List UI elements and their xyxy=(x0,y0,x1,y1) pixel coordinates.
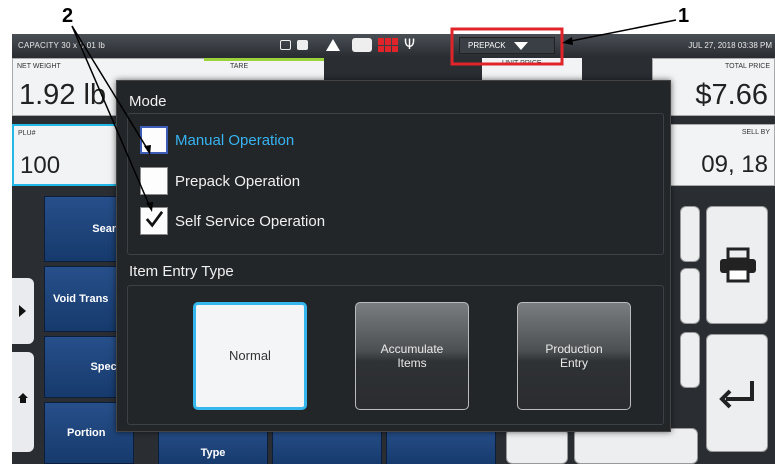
sell-by-value: 09, 18 xyxy=(701,151,768,178)
item-entry-type-group: Normal Accumulate Items Production Entry xyxy=(127,285,664,425)
option-label: Self Service Operation xyxy=(175,212,326,230)
option-prepack-operation[interactable]: Prepack Operation xyxy=(140,167,300,195)
total-price-label: TOTAL PRICE xyxy=(725,63,770,70)
prepack-operation-checkbox[interactable] xyxy=(140,167,168,195)
battery-icon xyxy=(280,40,291,50)
plu-label: PLU# xyxy=(18,130,36,137)
battery-icon xyxy=(297,40,308,50)
dropdown-triangle-icon xyxy=(513,41,528,50)
callout-number-1: 1 xyxy=(678,5,690,27)
callout-number-2: 2 xyxy=(62,5,74,27)
print-key[interactable] xyxy=(706,206,768,324)
accumulate-items-button[interactable]: Accumulate Items xyxy=(355,302,469,410)
status-bar: CAPACITY 30 x 0.01 lb Ψ PREPACK JUL 27, … xyxy=(12,34,775,56)
net-weight-value: 1.92 lb xyxy=(19,79,107,111)
side-arrow-icon xyxy=(19,305,26,317)
operation-mode-label: PREPACK xyxy=(468,41,506,50)
normal-button-label: Normal xyxy=(229,348,271,363)
accumulate-items-button-label: Accumulate Items xyxy=(381,342,444,370)
production-entry-button[interactable]: Production Entry xyxy=(517,302,631,410)
option-label: Manual Operation xyxy=(175,131,295,149)
right-key[interactable] xyxy=(680,332,700,388)
home-tab[interactable] xyxy=(12,352,34,452)
tare-label: TARE xyxy=(230,63,249,70)
bottom-key[interactable] xyxy=(574,428,698,464)
unit-price-label: UNIT PRICE xyxy=(502,60,542,67)
printer-icon[interactable] xyxy=(352,38,372,52)
void-trans-key-label: Void Trans xyxy=(53,293,109,305)
portion-key-label: Portion xyxy=(67,427,106,439)
enter-key[interactable] xyxy=(706,334,768,452)
mode-options-group: Manual Operation Prepack Operation Self … xyxy=(127,113,664,255)
type-key-label: Type xyxy=(200,447,226,459)
production-entry-button-label: Production Entry xyxy=(545,342,602,370)
usb-icon: Ψ xyxy=(404,37,416,53)
bottom-key[interactable] xyxy=(506,428,568,464)
capacity-text: CAPACITY 30 x 0.01 lb xyxy=(18,41,106,50)
checkmark-icon xyxy=(145,211,163,228)
normal-button[interactable]: Normal xyxy=(193,302,307,410)
date-time: JUL 27, 2018 03:38 PM xyxy=(688,41,772,50)
production-entry-line1: Production xyxy=(545,342,603,356)
sell-by-label: SELL BY xyxy=(741,129,770,136)
right-key[interactable] xyxy=(680,206,700,262)
plu-value: 100 xyxy=(20,152,61,179)
manual-operation-checkbox[interactable] xyxy=(140,126,168,154)
warning-icon[interactable] xyxy=(326,39,340,51)
mode-dialog: Mode Manual Operation Prepack Operation … xyxy=(116,80,671,432)
scale-screen: CAPACITY 30 x 0.01 lb Ψ PREPACK JUL 27, … xyxy=(12,34,775,464)
option-self-service-operation[interactable]: Self Service Operation xyxy=(140,207,325,235)
figure: 2 1 CAPACITY 30 x 0.01 lb Ψ PREPACK JUL … xyxy=(0,0,775,464)
enter-key-icon xyxy=(719,381,754,409)
option-manual-operation[interactable]: Manual Operation xyxy=(140,126,294,154)
home-icon xyxy=(18,393,28,403)
accumulate-items-line2: Items xyxy=(397,356,427,370)
sidebar-expand-tab[interactable] xyxy=(12,278,34,344)
total-price-value: $7.66 xyxy=(695,79,768,111)
grid-icon[interactable] xyxy=(378,38,398,52)
printer-key-icon xyxy=(720,247,756,283)
mode-title: Mode xyxy=(129,93,167,110)
production-entry-line2: Entry xyxy=(559,356,588,370)
operation-mode-dropdown[interactable]: PREPACK xyxy=(459,37,555,54)
net-weight-label: NET WEIGHT xyxy=(17,63,61,70)
right-key[interactable] xyxy=(680,268,700,324)
accumulate-items-line1: Accumulate xyxy=(380,342,444,356)
status-icons: Ψ xyxy=(280,36,415,54)
item-entry-type-title: Item Entry Type xyxy=(129,263,234,280)
option-label: Prepack Operation xyxy=(175,172,301,190)
self-service-operation-checkbox[interactable] xyxy=(140,207,168,235)
